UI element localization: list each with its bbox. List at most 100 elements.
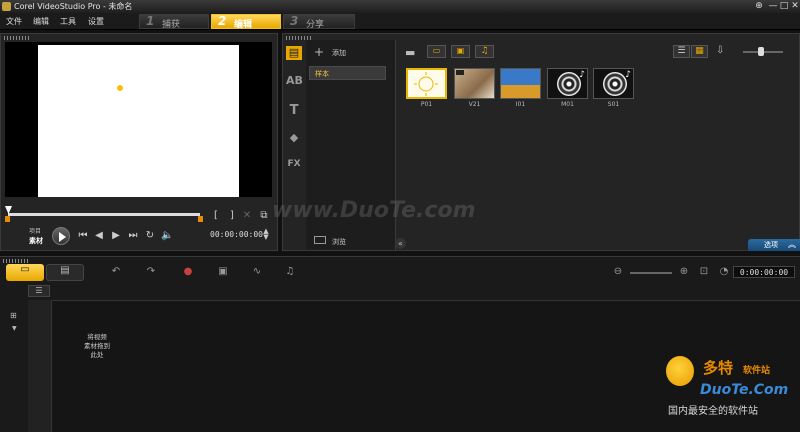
show-photo-icon[interactable]: ▣	[451, 45, 470, 58]
thumb-label: P01	[420, 101, 433, 108]
watermark-brand-suffix: 软件站	[743, 366, 771, 376]
menu-settings[interactable]: 设置	[88, 15, 104, 28]
duote-logo	[666, 356, 694, 386]
step-number: 1	[146, 14, 155, 28]
expand-icon: ︽	[788, 240, 796, 249]
list-view-icon[interactable]: ☰	[673, 45, 690, 58]
zoom-in-icon[interactable]: ⊕	[676, 266, 692, 279]
thumb-label: V21	[468, 101, 481, 108]
mode-clip[interactable]: 素材	[29, 236, 43, 246]
record-icon[interactable]: ●	[180, 266, 196, 279]
menu-file[interactable]: 文件	[6, 15, 22, 28]
zoom-out-icon[interactable]: ⊖	[610, 266, 626, 279]
folder-item-label: 样本	[315, 70, 329, 78]
menu-edit[interactable]: 编辑	[33, 15, 49, 28]
track-manager-icon[interactable]: ☰	[28, 285, 50, 297]
add-folder-button[interactable]: 添加	[332, 48, 346, 58]
panel-grip[interactable]	[4, 36, 29, 40]
show-video-icon[interactable]: ▭	[427, 45, 446, 58]
thumb-photo[interactable]	[406, 68, 447, 99]
step-label: 编辑	[234, 20, 253, 30]
zoom-slider[interactable]	[630, 272, 672, 274]
project-duration-icon[interactable]: ◔	[716, 266, 732, 279]
repeat-icon[interactable]: ↻	[144, 230, 156, 241]
add-icon[interactable]: +	[314, 45, 324, 59]
trim-end-handle[interactable]	[198, 216, 203, 222]
storyboard-view-button[interactable]: ▭	[6, 264, 44, 281]
redo-icon[interactable]: ↷	[143, 266, 159, 279]
scrub-bar[interactable]	[8, 213, 200, 216]
thumb-audio-2[interactable]: ♪	[593, 68, 634, 99]
thumb-label: I01	[515, 101, 526, 108]
media-icon[interactable]: ▤	[286, 46, 302, 60]
mark-out-icon[interactable]: ]	[226, 210, 238, 221]
tab-edit[interactable]: 2 编辑	[211, 14, 281, 30]
music-note-icon: ♪	[579, 70, 585, 80]
end-icon[interactable]: ⏭	[127, 230, 139, 241]
audio-mixer-icon[interactable]: ∿	[249, 266, 265, 279]
next-frame-icon[interactable]: ▶	[110, 230, 122, 241]
mark-in-icon[interactable]: [	[210, 210, 222, 221]
close-button[interactable]: ✕	[789, 1, 800, 12]
menu-bar: 文件 编辑 工具 设置	[0, 13, 800, 30]
step-number: 3	[290, 14, 299, 28]
folder-item-sample[interactable]: 样本	[309, 66, 386, 80]
thumb-video[interactable]	[454, 68, 495, 99]
copy-icon[interactable]: ⧉	[258, 210, 270, 221]
step-number: 2	[218, 14, 227, 28]
track-mode-icon[interactable]: ⊞	[10, 311, 17, 320]
undo-icon[interactable]: ↶	[108, 266, 124, 279]
menu-tools[interactable]: 工具	[60, 15, 76, 28]
options-label: 选项	[764, 241, 778, 249]
mode-project[interactable]: 项目	[29, 226, 41, 235]
disc-icon	[603, 72, 627, 96]
panel-grip[interactable]	[3, 259, 28, 263]
track-dropdown-icon[interactable]: ▼	[12, 325, 17, 332]
browse-button[interactable]: 浏览	[332, 237, 346, 247]
home-icon[interactable]: ⏮	[77, 230, 89, 241]
thumb-label: M01	[561, 101, 574, 108]
browse-icon[interactable]	[314, 236, 326, 244]
thumb-image[interactable]	[500, 68, 541, 99]
folder-icon[interactable]: ▬	[405, 46, 415, 59]
auto-music-icon[interactable]: ♫	[282, 266, 298, 279]
volume-icon[interactable]: 🔈	[161, 230, 173, 241]
tab-capture[interactable]: 1 捕获	[139, 14, 209, 30]
play-button[interactable]	[52, 227, 70, 245]
fit-project-icon[interactable]: ⊡	[696, 266, 712, 279]
timecode-stepper[interactable]: ▲ ▼	[262, 228, 270, 241]
timeline-view-button[interactable]: ▤	[46, 264, 84, 281]
thumb-view-icon[interactable]: ▦	[691, 45, 708, 58]
trim-start-handle[interactable]	[5, 216, 10, 222]
show-audio-icon[interactable]: ♫	[475, 45, 494, 58]
app-icon	[2, 2, 11, 11]
transition-icon[interactable]: AB	[286, 74, 303, 88]
player-timecode[interactable]: 00:00:00:00	[210, 230, 265, 241]
pin-icon[interactable]: ⊕	[753, 1, 765, 12]
watermark-center: www.DuoTe.com	[272, 198, 476, 223]
sun-drawing-icon	[414, 72, 438, 96]
drop-hint: 将视频 素材拖到 此处	[84, 333, 110, 359]
window-title: Corel VideoStudio Pro - 未命名	[14, 2, 133, 11]
sun-icon	[117, 85, 123, 91]
disc-icon	[557, 72, 581, 96]
import-icon[interactable]: ⇩	[716, 45, 724, 56]
step-label: 分享	[306, 20, 325, 30]
filter-icon[interactable]: FX	[286, 159, 302, 173]
play-icon	[59, 232, 66, 242]
collapse-icon[interactable]: «	[395, 238, 406, 249]
step-label: 捕获	[162, 20, 181, 30]
prev-frame-icon[interactable]: ◀	[93, 230, 105, 241]
cut-icon[interactable]: ✕	[241, 210, 253, 221]
timeline-timecode[interactable]: 0:00:00:00	[733, 266, 795, 278]
thumb-size-handle[interactable]	[758, 47, 764, 56]
smart-render-icon[interactable]: ▣	[215, 266, 231, 279]
thumb-audio-1[interactable]: ♪	[547, 68, 588, 99]
preview-canvas	[38, 45, 239, 197]
graphic-icon[interactable]: ◆	[286, 131, 302, 145]
thumb-label: S01	[607, 101, 620, 108]
title-icon[interactable]: T	[286, 103, 302, 118]
options-button[interactable]: 选项 ︽	[748, 239, 800, 251]
watermark-brand-cn: 多特	[703, 359, 734, 377]
tab-share[interactable]: 3 分享	[283, 14, 355, 30]
